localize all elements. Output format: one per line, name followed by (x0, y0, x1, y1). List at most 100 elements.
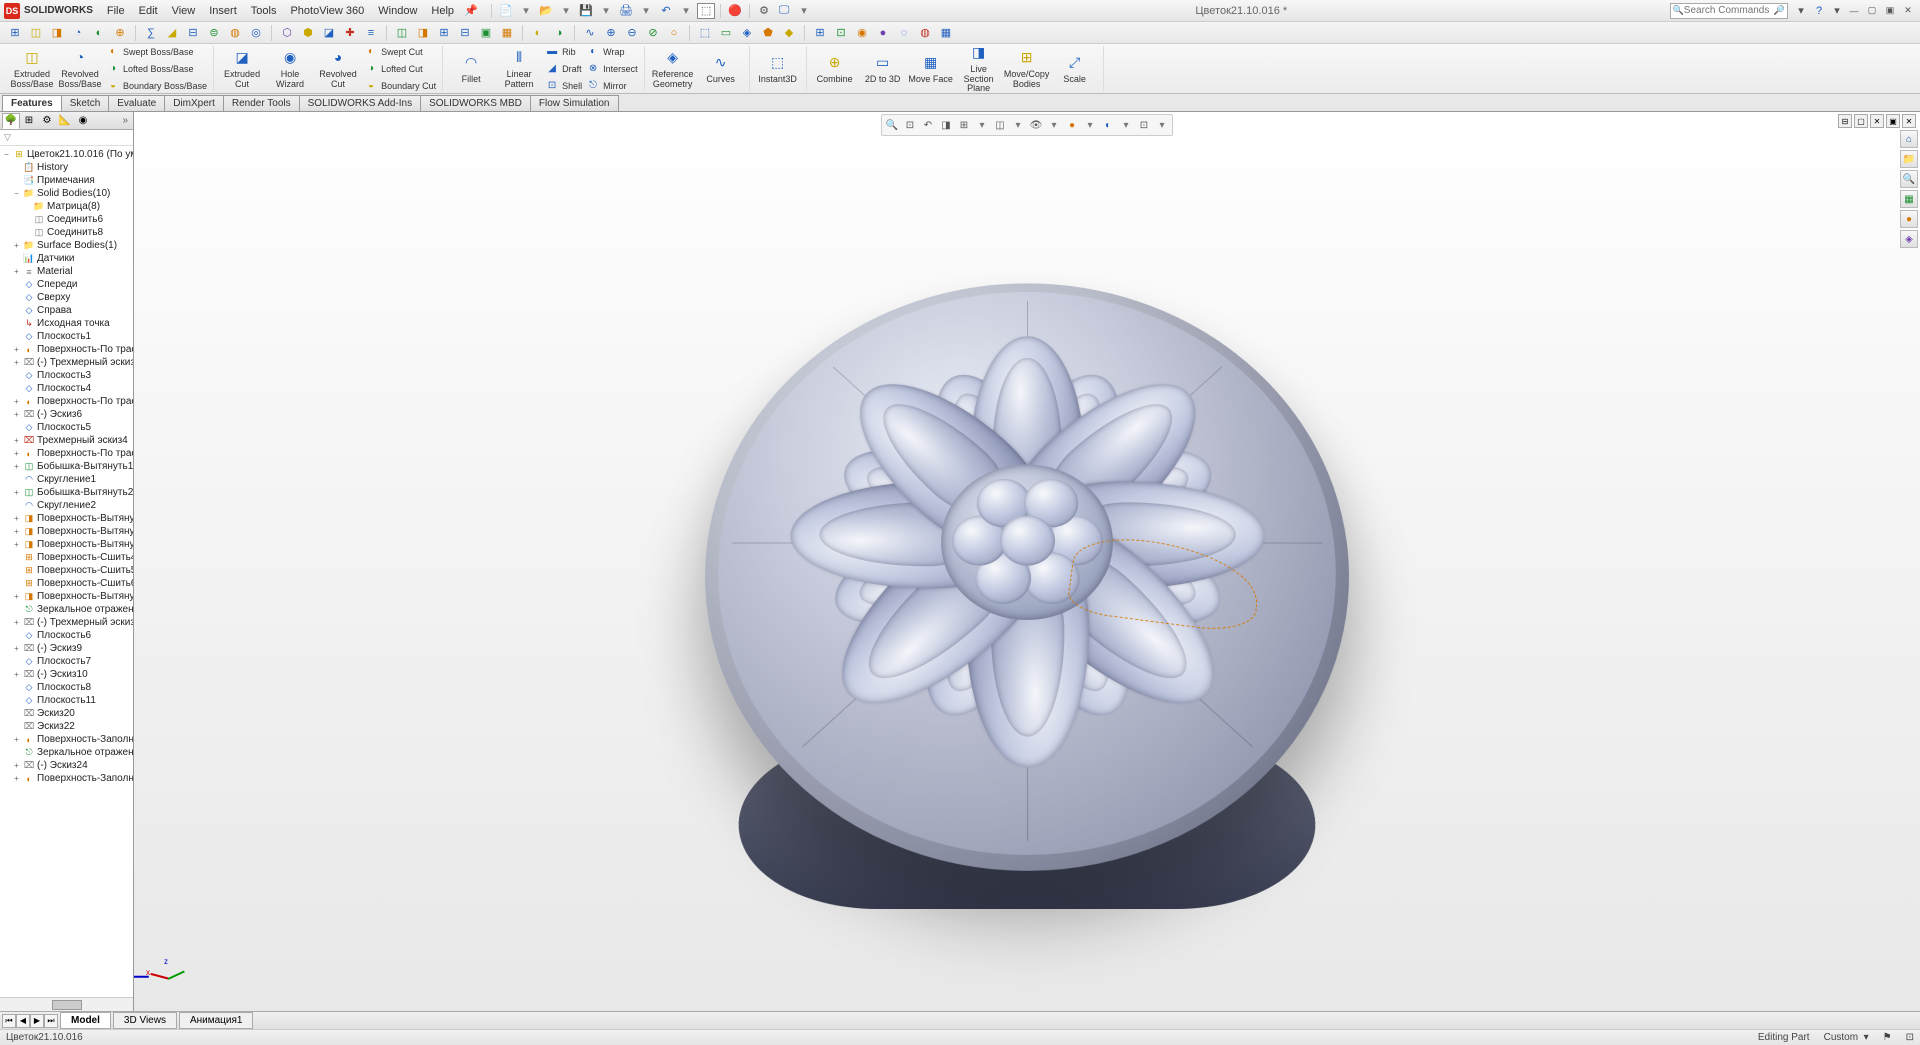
restore-icon[interactable]: ▢ (1864, 4, 1880, 18)
menu-photoview360[interactable]: PhotoView 360 (284, 3, 370, 19)
tree-item[interactable]: +◐Поверхность-По траект (0, 395, 133, 408)
shell-button[interactable]: ⊡Shell (543, 78, 584, 94)
move-copy-button[interactable]: ⊞Move/Copy Bodies (1003, 43, 1051, 95)
tree-item[interactable]: ◇Спереди (0, 278, 133, 291)
tree-item[interactable]: +⌧(-) Эскиз9 (0, 642, 133, 655)
qt-icon[interactable]: ⊜ (205, 24, 223, 42)
qt-icon[interactable]: ◨ (48, 24, 66, 42)
revolved-cut-button[interactable]: ◕Revolved Cut (314, 44, 362, 94)
tree-item[interactable]: +≡Material (0, 265, 133, 278)
live-section-button[interactable]: ◨Live Section Plane (955, 43, 1003, 95)
view-orientation-icon[interactable]: ⊞ (956, 117, 972, 133)
qt-icon[interactable]: ⬡ (278, 24, 296, 42)
tree-item[interactable]: ◇Плоскость5 (0, 421, 133, 434)
tree-item[interactable]: +📁Surface Bodies(1) (0, 239, 133, 252)
swept-cut-button[interactable]: ◐Swept Cut (362, 44, 438, 60)
tree-item[interactable]: 📋History (0, 161, 133, 174)
tab-addins[interactable]: SOLIDWORKS Add-Ins (299, 95, 421, 111)
menu-window[interactable]: Window (372, 3, 423, 19)
new-icon[interactable]: 📄 (497, 3, 515, 19)
qt-icon[interactable]: ⊖ (623, 24, 641, 42)
close-icon[interactable]: ✕ (1900, 4, 1916, 18)
tree-item[interactable]: ⎋Зеркальное отражение (0, 746, 133, 759)
wrap-button[interactable]: ◐Wrap (584, 44, 640, 60)
hole-wizard-button[interactable]: ◉Hole Wizard (266, 44, 314, 94)
options-icon[interactable]: ⚙ (755, 3, 773, 19)
taskpane-view-icon[interactable]: ▦ (1900, 190, 1918, 208)
2d-to-3d-button[interactable]: ▭2D to 3D (859, 43, 907, 95)
qt-icon[interactable]: ◌ (895, 24, 913, 42)
status-units[interactable]: Custom ▾ (1824, 1032, 1869, 1043)
dropdown-icon[interactable]: ▾ (1792, 3, 1810, 19)
draft-button[interactable]: ◢Draft (543, 61, 584, 77)
nav-next-icon[interactable]: ▶ (30, 1014, 44, 1028)
qt-icon[interactable]: ◐ (529, 24, 547, 42)
tree-item[interactable]: ◇Плоскость3 (0, 369, 133, 382)
qt-icon[interactable]: ⬚ (696, 24, 714, 42)
orientation-triad[interactable]: x z (148, 959, 188, 999)
zoom-area-icon[interactable]: ⊡ (902, 117, 918, 133)
view-close-icon[interactable]: ✕ (1870, 114, 1884, 128)
qt-icon[interactable]: ◪ (320, 24, 338, 42)
tree-item[interactable]: ◇Плоскость1 (0, 330, 133, 343)
lofted-boss-button[interactable]: ◑Lofted Boss/Base (104, 61, 209, 77)
dropdown-icon[interactable]: ▾ (1828, 3, 1846, 19)
nav-last-icon[interactable]: ⏭ (44, 1014, 58, 1028)
qt-icon[interactable]: ⊞ (435, 24, 453, 42)
nav-first-icon[interactable]: ⏮ (2, 1014, 16, 1028)
search-input[interactable] (1684, 5, 1774, 16)
qt-icon[interactable]: ∑ (142, 24, 160, 42)
menu-file[interactable]: File (101, 3, 131, 19)
tree-item[interactable]: +◐Поверхность-Заполнит (0, 733, 133, 746)
taskpane-appearances-icon[interactable]: ● (1900, 210, 1918, 228)
tree-item[interactable]: ◇Сверху (0, 291, 133, 304)
qt-icon[interactable]: ▦ (498, 24, 516, 42)
tree-item[interactable]: ◇Плоскость8 (0, 681, 133, 694)
swept-boss-button[interactable]: ◐Swept Boss/Base (104, 44, 209, 60)
taskpane-custom-icon[interactable]: ◈ (1900, 230, 1918, 248)
qt-icon[interactable]: ◢ (163, 24, 181, 42)
save-icon[interactable]: 💾 (577, 3, 595, 19)
section-view-icon[interactable]: ◨ (938, 117, 954, 133)
tree-item[interactable]: +◐Поверхность-Заполнит (0, 772, 133, 785)
qt-icon[interactable]: ▣ (477, 24, 495, 42)
qt-icon[interactable]: ∿ (581, 24, 599, 42)
tree-tab-config[interactable]: ⚙ (38, 113, 56, 129)
scale-button[interactable]: ⤢Scale (1051, 43, 1099, 95)
status-options-icon[interactable]: ⊡ (1906, 1032, 1914, 1043)
tree-item[interactable]: +⌧Трехмерный эскиз4 (0, 434, 133, 447)
qt-icon[interactable]: ◑ (550, 24, 568, 42)
minimize-icon[interactable]: — (1846, 4, 1862, 18)
tree-item[interactable]: +◨Поверхность-Вытянуть (0, 525, 133, 538)
tree-expand-icon[interactable]: » (119, 115, 131, 126)
feature-tree[interactable]: −⊞ Цветок21.10.016 (По умол ▲ 📋History📑П… (0, 146, 133, 997)
tree-filter[interactable]: ▽ (0, 130, 133, 146)
qt-icon[interactable]: ▦ (937, 24, 955, 42)
tree-root[interactable]: −⊞ Цветок21.10.016 (По умол ▲ (0, 148, 133, 161)
qt-icon[interactable]: ◐ (90, 24, 108, 42)
tree-item[interactable]: ◠Скругление2 (0, 499, 133, 512)
qt-icon[interactable]: ◫ (27, 24, 45, 42)
linear-pattern-button[interactable]: ⦀Linear Pattern (495, 44, 543, 94)
dropdown-icon[interactable]: ▾ (637, 3, 655, 19)
intersect-button[interactable]: ⊗Intersect (584, 61, 640, 77)
qt-icon[interactable]: ≡ (362, 24, 380, 42)
dropdown-icon[interactable]: ▾ (795, 3, 813, 19)
tab-evaluate[interactable]: Evaluate (108, 95, 165, 111)
tree-item[interactable]: ◇Плоскость11 (0, 694, 133, 707)
tab-flow-simulation[interactable]: Flow Simulation (530, 95, 619, 111)
qt-icon[interactable]: ▭ (717, 24, 735, 42)
pin-icon[interactable]: 📌 (462, 3, 480, 19)
menu-tools[interactable]: Tools (245, 3, 283, 19)
tab-render-tools[interactable]: Render Tools (223, 95, 300, 111)
taskpane-resources-icon[interactable]: ⌂ (1900, 130, 1918, 148)
tree-tab-display[interactable]: ◉ (74, 113, 92, 129)
tree-item[interactable]: 📁Матрица(8) (0, 200, 133, 213)
boundary-boss-button[interactable]: ◒Boundary Boss/Base (104, 78, 209, 94)
tab-3d-views[interactable]: 3D Views (113, 1012, 177, 1029)
revolved-boss-button[interactable]: ◔Revolved Boss/Base (56, 44, 104, 94)
tree-item[interactable]: +◫Бобышка-Вытянуть1 (0, 460, 133, 473)
tree-item[interactable]: +◨Поверхность-Вытянуть (0, 590, 133, 603)
print-icon[interactable]: 🖨 (617, 3, 635, 19)
tab-model[interactable]: Model (60, 1012, 111, 1029)
